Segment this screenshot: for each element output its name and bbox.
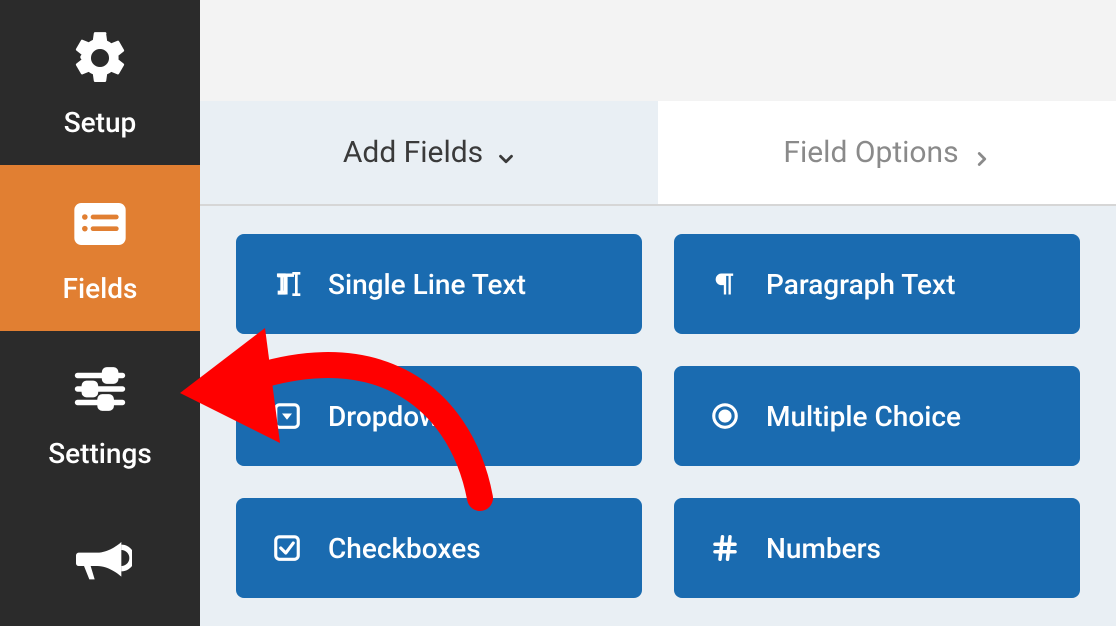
field-label: Multiple Choice xyxy=(766,400,961,433)
text-cursor-icon: T xyxy=(270,267,304,301)
field-dropdown[interactable]: Dropdown xyxy=(236,366,642,466)
dropdown-icon xyxy=(270,399,304,433)
field-paragraph-text[interactable]: Paragraph Text xyxy=(674,234,1080,334)
sidebar-item-settings[interactable]: Settings xyxy=(0,331,200,496)
field-label: Checkboxes xyxy=(328,532,481,565)
megaphone-icon xyxy=(68,526,132,590)
main-panel: Add Fields Field Options T Single Line T… xyxy=(200,0,1116,626)
top-bar xyxy=(200,0,1116,101)
sliders-icon xyxy=(68,357,132,421)
hash-icon xyxy=(708,531,742,565)
radio-icon xyxy=(708,399,742,433)
chevron-down-icon xyxy=(495,143,515,163)
field-single-line-text[interactable]: T Single Line Text xyxy=(236,234,642,334)
sidebar-item-label: Fields xyxy=(63,272,138,305)
field-label: Numbers xyxy=(766,532,881,565)
field-label: Dropdown xyxy=(328,400,455,433)
sidebar-item-label: Settings xyxy=(48,437,152,470)
sidebar-item-fields[interactable]: Fields xyxy=(0,165,200,330)
sidebar-item-marketing[interactable] xyxy=(0,496,200,626)
sidebar-item-setup[interactable]: Setup xyxy=(0,0,200,165)
tab-field-options[interactable]: Field Options xyxy=(658,101,1116,204)
tab-label: Add Fields xyxy=(343,135,483,170)
field-label: Single Line Text xyxy=(328,268,526,301)
paragraph-icon xyxy=(708,267,742,301)
chevron-right-icon xyxy=(971,143,991,163)
field-numbers[interactable]: Numbers xyxy=(674,498,1080,598)
gear-icon xyxy=(68,26,132,90)
tab-label: Field Options xyxy=(783,135,958,170)
sidebar: Setup Fields Settings xyxy=(0,0,200,626)
list-icon xyxy=(68,192,132,256)
field-multiple-choice[interactable]: Multiple Choice xyxy=(674,366,1080,466)
tabs: Add Fields Field Options xyxy=(200,101,1116,206)
checkbox-icon xyxy=(270,531,304,565)
sidebar-item-label: Setup xyxy=(64,106,137,139)
fields-panel: T Single Line Text Paragraph Text Dropdo… xyxy=(200,206,1116,626)
svg-text:T: T xyxy=(276,269,294,300)
tab-add-fields[interactable]: Add Fields xyxy=(200,101,658,204)
field-label: Paragraph Text xyxy=(766,268,955,301)
field-checkboxes[interactable]: Checkboxes xyxy=(236,498,642,598)
